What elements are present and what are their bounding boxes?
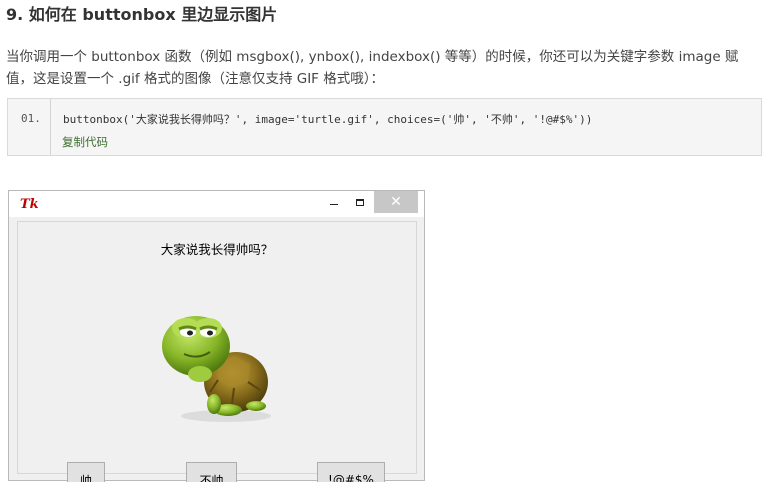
- line-number: 01.: [21, 112, 41, 125]
- description-paragraph: 当你调用一个 buttonbox 函数（例如 msgbox(), ynbox()…: [6, 49, 739, 87]
- minimize-icon: [330, 203, 338, 205]
- choice-button-2[interactable]: 不帅: [186, 462, 237, 482]
- choice-button-1[interactable]: 帅: [67, 462, 105, 482]
- close-icon: ✕: [390, 194, 402, 210]
- tk-feather-icon: Tk: [20, 197, 39, 212]
- title-bar[interactable]: Tk ✕: [9, 191, 424, 217]
- code-block: 01. buttonbox('大家说我长得帅吗？', image='turtle…: [7, 98, 762, 156]
- dialog-body: 大家说我长得帅吗？ 帅 不帅 !@#$%: [17, 221, 417, 482]
- choice-button-3[interactable]: !@#$%: [317, 462, 385, 482]
- maximize-icon: [356, 198, 364, 206]
- minimize-button[interactable]: [322, 191, 346, 213]
- close-button[interactable]: ✕: [374, 191, 418, 213]
- buttonbox-window: Tk ✕ 大家说我长得帅吗？ 帅 不帅 !@#$%: [8, 190, 425, 482]
- maximize-button[interactable]: [348, 191, 372, 213]
- turtle-image: [162, 316, 271, 422]
- section-heading: 9. 如何在 buttonbox 里边显示图片: [6, 5, 278, 24]
- copy-code-link[interactable]: 复制代码: [62, 134, 108, 150]
- code-line: buttonbox('大家说我长得帅吗？', image='turtle.gif…: [63, 113, 593, 126]
- code-gutter: [8, 99, 51, 155]
- dialog-message: 大家说我长得帅吗？: [160, 242, 274, 257]
- page: 9. 如何在 buttonbox 里边显示图片 当你调用一个 buttonbox…: [0, 0, 765, 482]
